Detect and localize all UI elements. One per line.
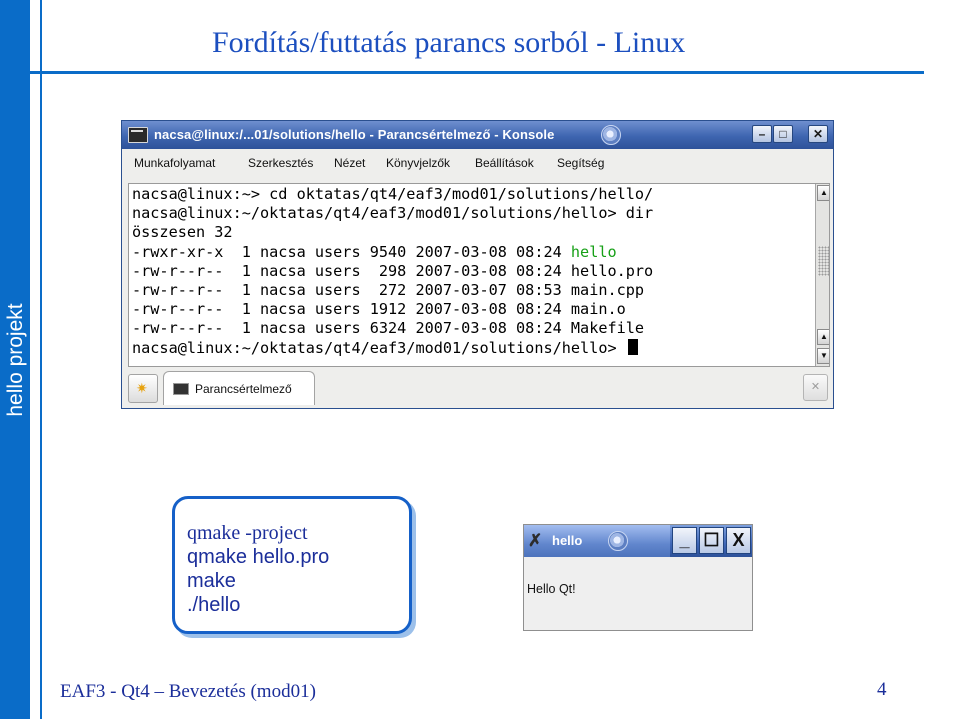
listing-row: -rw-r--r-- 1 nacsa users 272 2007-03-07 …: [132, 281, 644, 300]
konsole-window-title: nacsa@linux:/...01/solutions/hello - Par…: [154, 127, 555, 142]
command-line: ./hello: [187, 594, 241, 616]
command-line: make: [187, 570, 236, 592]
scroll-down-arrow-icon[interactable]: ▼: [817, 348, 829, 364]
menu-nezet[interactable]: Nézet: [334, 156, 365, 170]
scroll-up-arrow-icon[interactable]: ▲: [817, 329, 829, 345]
hello-titlebar[interactable]: ✗ hello _ ☐ X: [524, 525, 752, 557]
konsole-menubar: Munkafolyamat Szerkesztés Nézet Könyvjel…: [122, 149, 833, 177]
listing-row: -rw-r--r-- 1 nacsa users 1912 2007-03-08…: [132, 300, 626, 319]
listing-filename: hello.pro: [570, 262, 654, 280]
new-session-icon: ✷: [136, 380, 148, 396]
terminal-prompt: nacsa@linux:~/oktatas/qt4/eaf3/mod01/sol…: [132, 339, 626, 357]
new-session-button[interactable]: ✷: [128, 374, 158, 403]
hello-close-button[interactable]: X: [726, 527, 751, 554]
konsole-window: nacsa@linux:/...01/solutions/hello - Par…: [121, 120, 834, 409]
x11-icon[interactable]: ✗: [528, 531, 542, 551]
terminal-tab-icon: [173, 383, 189, 395]
listing-meta: -rw-r--r-- 1 nacsa users 6324 2007-03-08…: [132, 319, 571, 337]
terminal-line: nacsa@linux:~> cd oktatas/qt4/eaf3/mod01…: [132, 185, 654, 203]
konsole-minimize-button[interactable]: –: [752, 125, 772, 143]
terminal-line: nacsa@linux:~/oktatas/qt4/eaf3/mod01/sol…: [132, 204, 654, 222]
suse-gecko-icon: [608, 531, 628, 551]
listing-filename: main.o: [570, 300, 626, 318]
commands-callout: qmake -project qmake hello.pro make ./he…: [172, 496, 412, 634]
terminal-app-icon[interactable]: [128, 127, 148, 143]
terminal-output[interactable]: nacsa@linux:~> cd oktatas/qt4/eaf3/mod01…: [128, 183, 830, 367]
menu-szerkesztes[interactable]: Szerkesztés: [248, 156, 313, 170]
command-line: qmake -project: [187, 522, 308, 544]
listing-row: -rw-r--r-- 1 nacsa users 298 2007-03-08 …: [132, 262, 653, 281]
listing-filename: hello: [570, 243, 617, 261]
terminal-cursor: [627, 339, 638, 355]
listing-filename: main.cpp: [570, 281, 645, 299]
listing-meta: -rw-r--r-- 1 nacsa users 298 2007-03-08 …: [132, 262, 571, 280]
hello-window: ✗ hello _ ☐ X Hello Qt!: [523, 524, 753, 631]
terminal-scrollbar[interactable]: ▲ ▲ ▼: [815, 184, 829, 366]
close-session-icon[interactable]: ✕: [803, 374, 828, 401]
terminal-prompt-line[interactable]: nacsa@linux:~/oktatas/qt4/eaf3/mod01/sol…: [132, 339, 638, 358]
hello-title-tab: [524, 525, 670, 557]
scrollbar-grip[interactable]: [818, 246, 829, 276]
side-label: hello projekt: [4, 303, 27, 417]
listing-filename: Makefile: [570, 319, 645, 337]
listing-meta: -rw-r--r-- 1 nacsa users 272 2007-03-07 …: [132, 281, 571, 299]
terminal-line: összesen 32: [132, 223, 233, 241]
konsole-close-button[interactable]: ✕: [808, 125, 828, 143]
tab-parancsertelmezo[interactable]: Parancsértelmező: [163, 371, 315, 405]
tab-label: Parancsértelmező: [195, 382, 292, 396]
hello-window-title: hello: [552, 533, 583, 548]
konsole-tabbar: ✷ Parancsértelmező ✕: [122, 369, 833, 408]
menu-segitseg[interactable]: Segítség: [557, 156, 604, 170]
suse-gecko-icon: [601, 125, 621, 145]
menu-beallitasok[interactable]: Beállítások: [475, 156, 534, 170]
slide-title: Fordítás/futtatás parancs sorból - Linux: [212, 26, 686, 59]
konsole-maximize-button[interactable]: □: [773, 125, 793, 143]
command-line: qmake hello.pro: [187, 546, 330, 568]
page-number: 4: [877, 679, 887, 700]
hello-minimize-button[interactable]: _: [672, 527, 697, 554]
hello-qt-label: Hello Qt!: [527, 582, 576, 596]
listing-row: -rw-r--r-- 1 nacsa users 6324 2007-03-08…: [132, 319, 644, 338]
scroll-up-arrow-icon[interactable]: ▲: [817, 185, 829, 201]
listing-row: -rwxr-xr-x 1 nacsa users 9540 2007-03-08…: [132, 243, 617, 262]
konsole-titlebar[interactable]: nacsa@linux:/...01/solutions/hello - Par…: [122, 121, 833, 149]
menu-konyvjelzok[interactable]: Könyvjelzők: [386, 156, 450, 170]
title-underline: [30, 71, 924, 74]
vertical-rule: [40, 0, 42, 719]
listing-meta: -rwxr-xr-x 1 nacsa users 9540 2007-03-08…: [132, 243, 571, 261]
menu-munkafolyamat[interactable]: Munkafolyamat: [134, 156, 215, 170]
listing-meta: -rw-r--r-- 1 nacsa users 1912 2007-03-08…: [132, 300, 571, 318]
slide-footer: EAF3 - Qt4 – Bevezetés (mod01): [60, 681, 316, 702]
hello-maximize-button[interactable]: ☐: [699, 527, 724, 554]
